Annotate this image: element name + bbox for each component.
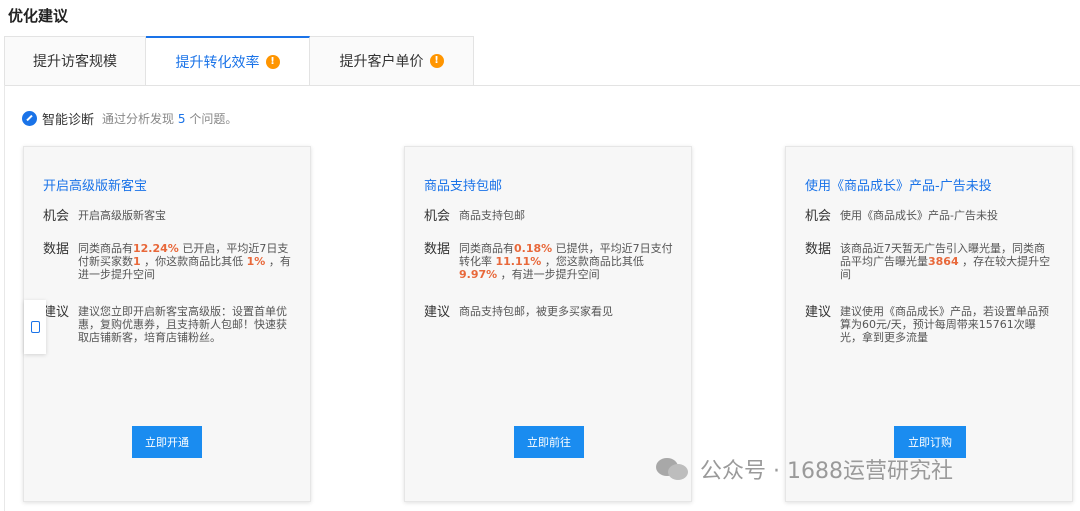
- data-highlight: 0.18%: [514, 242, 553, 255]
- diagnosis-suffix: 个问题。: [189, 112, 238, 126]
- opportunity-label: 机会: [43, 209, 70, 224]
- data-segment: ，你这款商品比其低: [144, 255, 244, 268]
- tab-customer-unit-price[interactable]: 提升客户单价 !: [310, 36, 474, 86]
- tab-label: 提升客户单价: [339, 54, 424, 70]
- watermark-text: 公众号 · 1688运营研究社: [700, 459, 953, 484]
- suggestion-row: 建议 商品支持包邮，被更多买家看见: [424, 305, 674, 320]
- diagnosis-prefix: 通过分析发现: [102, 112, 175, 126]
- diagnosis-label: 智能诊断: [42, 113, 95, 128]
- tab-conversion-efficiency[interactable]: 提升转化效率 !: [146, 36, 310, 86]
- warning-icon: !: [265, 54, 280, 69]
- tab-visitor-scale[interactable]: 提升访客规模: [4, 36, 146, 86]
- phone-icon: [30, 321, 40, 333]
- data-segment: ，有进一步提升空间: [500, 268, 600, 281]
- data-text: 同类商品有0.18% 已提供，平均近7日支付转化率 11.11% ，您这款商品比…: [459, 242, 674, 281]
- suggestion-label: 建议: [805, 305, 832, 320]
- data-row: 数据 该商品近7天暂无广告引入曝光量，同类商品平均广告曝光量3864 ，存在较大…: [805, 242, 1055, 281]
- wechat-icon: [656, 456, 690, 482]
- data-row: 数据 同类商品有12.24% 已开启，平均近7日支付新买家数1 ，你这款商品比其…: [43, 242, 293, 281]
- watermark: 公众号 · 1688运营研究社: [656, 453, 953, 485]
- tab-bar: 提升访客规模 提升转化效率 ! 提升客户单价 !: [4, 36, 474, 86]
- activate-now-button[interactable]: 立即开通: [132, 426, 202, 458]
- data-highlight: 11.11%: [495, 255, 542, 268]
- suggestion-row: 建议 建议使用《商品成长》产品，若设置单品预算为60元/天，预计每周带来1576…: [805, 305, 1055, 344]
- data-highlight: 3864: [928, 255, 959, 268]
- opportunity-text: 使用《商品成长》产品-广告未投: [840, 209, 998, 222]
- opportunity-text: 商品支持包邮: [459, 209, 525, 222]
- tab-label: 提升转化效率: [175, 54, 260, 71]
- card-title: 开启高级版新客宝: [43, 179, 148, 194]
- data-label: 数据: [424, 242, 451, 257]
- opportunity-row: 机会 开启高级版新客宝: [43, 209, 293, 224]
- opportunity-row: 机会 商品支持包邮: [424, 209, 674, 224]
- suggestion-row: 建议 建议您立即开启新客宝高级版：设置首单优惠，复购优惠券，且支持新人包邮！快速…: [43, 305, 293, 344]
- data-highlight: 1: [133, 255, 141, 268]
- data-highlight: 1%: [246, 255, 266, 268]
- data-segment: ，您这款商品比其低: [544, 255, 644, 268]
- opportunity-label: 机会: [424, 209, 451, 224]
- opportunity-text: 开启高级版新客宝: [78, 209, 166, 222]
- card-title: 商品支持包邮: [424, 179, 503, 194]
- smart-diagnosis: 智能诊断 通过分析发现 5 个问题。: [22, 109, 237, 128]
- suggestion-card-new-customer: 开启高级版新客宝 机会 开启高级版新客宝 数据 同类商品有12.24% 已开启，…: [23, 146, 311, 502]
- data-highlight: 12.24%: [133, 242, 179, 255]
- data-text: 同类商品有12.24% 已开启，平均近7日支付新买家数1 ，你这款商品比其低 1…: [78, 242, 293, 281]
- warning-icon: !: [429, 54, 444, 68]
- tab-label: 提升访客规模: [33, 54, 117, 70]
- page-title: 优化建议: [8, 7, 69, 25]
- data-highlight: 9.97%: [459, 268, 498, 281]
- suggestion-label: 建议: [424, 305, 451, 320]
- tab-divider: [4, 85, 1080, 86]
- data-segment: 同类商品有: [78, 242, 133, 255]
- data-segment: 同类商品有: [459, 242, 514, 255]
- diagnosis-count: 5: [177, 112, 186, 126]
- content-border: [4, 85, 5, 511]
- diagnosis-icon: [22, 111, 37, 126]
- suggestion-text: 建议您立即开启新客宝高级版：设置首单优惠，复购优惠券，且支持新人包邮！快速获取店…: [78, 305, 287, 344]
- data-label: 数据: [805, 242, 832, 257]
- suggestion-card-product-growth: 使用《商品成长》产品-广告未投 机会 使用《商品成长》产品-广告未投 数据 该商…: [785, 146, 1073, 502]
- card-title: 使用《商品成长》产品-广告未投: [805, 179, 992, 194]
- suggestion-card-free-shipping: 商品支持包邮 机会 商品支持包邮 数据 同类商品有0.18% 已提供，平均近7日…: [404, 146, 692, 502]
- wechat-bubble: [668, 464, 688, 480]
- go-now-button[interactable]: 立即前往: [514, 426, 584, 458]
- diagnosis-text: 通过分析发现 5 个问题。: [102, 110, 237, 127]
- opportunity-row: 机会 使用《商品成长》产品-广告未投: [805, 209, 1055, 224]
- data-text: 该商品近7天暂无广告引入曝光量，同类商品平均广告曝光量3864 ，存在较大提升空…: [840, 242, 1055, 281]
- suggestion-text: 商品支持包邮，被更多买家看见: [459, 305, 613, 318]
- data-label: 数据: [43, 242, 70, 257]
- suggestion-label: 建议: [43, 305, 70, 320]
- opportunity-label: 机会: [805, 209, 832, 224]
- suggestion-text: 建议使用《商品成长》产品，若设置单品预算为60元/天，预计每周带来15761次曝…: [840, 305, 1049, 344]
- floating-toolbar[interactable]: [24, 300, 46, 354]
- data-row: 数据 同类商品有0.18% 已提供，平均近7日支付转化率 11.11% ，您这款…: [424, 242, 674, 281]
